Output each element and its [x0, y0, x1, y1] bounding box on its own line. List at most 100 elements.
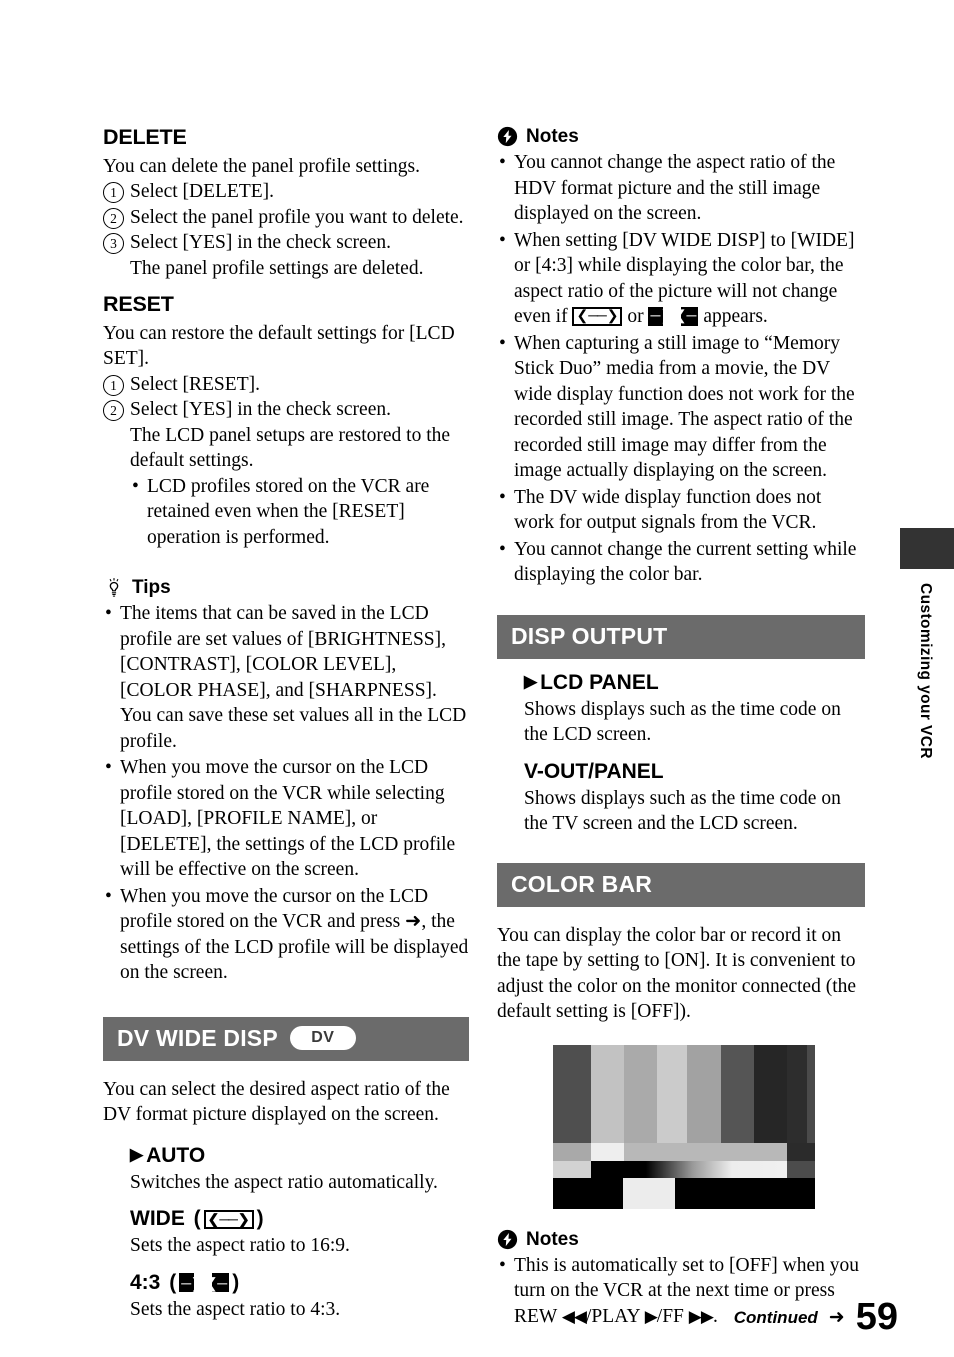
lightbulb-icon	[103, 577, 125, 599]
bullet-item: When you move the cursor on the LCD prof…	[103, 884, 469, 986]
side-tab-label: Customizing your VCR	[917, 583, 934, 759]
bullet-text-mid-1: /PLAY	[586, 1305, 645, 1327]
reset-steps: 1 Select [RESET]. 2 Select [YES] in the …	[103, 372, 469, 474]
option-four-three-description: Sets the aspect ratio to 4:3.	[130, 1298, 341, 1320]
page-footer: Continued ➜ 59	[734, 1295, 898, 1338]
bullet-item: You cannot change the current setting wh…	[497, 537, 865, 588]
tips-title: Tips	[132, 577, 171, 599]
inline-icon-group-2: ─❯ ❮─	[648, 307, 699, 326]
color-bar-segment	[787, 1160, 815, 1178]
step-item: 2 Select the panel profile you want to d…	[103, 205, 469, 231]
color-bar-segment	[591, 1160, 787, 1178]
color-bar-segment	[591, 1044, 624, 1143]
step-item: 1 Select [RESET].	[103, 372, 469, 398]
play-icon: ▶	[644, 1306, 658, 1326]
option-label: V-OUT/PANEL	[524, 759, 664, 783]
dv-badge: DV	[289, 1026, 356, 1051]
rewind-icon: ◀◀	[561, 1306, 587, 1326]
inline-icon-group: ❮─ ─❯	[572, 307, 623, 326]
option-label: 4:3	[130, 1270, 161, 1294]
four-three-aspect-icon: ─❯ ❮─	[648, 307, 699, 326]
step-number: 1	[103, 374, 124, 396]
step-text: Select [YES] in the check screen.	[130, 399, 391, 421]
color-bar-segment	[624, 1142, 787, 1161]
section-title: COLOR BAR	[511, 870, 653, 897]
color-bar-segment	[754, 1044, 787, 1143]
section-title: DV WIDE DISP	[117, 1024, 278, 1051]
bullet-item: You cannot change the aspect ratio of th…	[497, 150, 865, 227]
color-bar-segment	[553, 1160, 591, 1178]
tips-header: Tips	[103, 577, 469, 599]
color-bar-segment	[553, 1177, 623, 1209]
bullet-item: LCD profiles stored on the VCR are retai…	[130, 474, 469, 551]
bullet-item-with-icons: When setting [DV WIDE DISP] to [WIDE] or…	[497, 228, 865, 330]
step-number: 3	[103, 233, 124, 255]
reset-heading: RESET	[103, 292, 174, 317]
play-triangle-icon: ▶	[524, 672, 538, 691]
color-bar-test-pattern	[553, 1044, 815, 1209]
color-bar-segment	[807, 1044, 815, 1143]
step-text: Select [RESET].	[130, 373, 260, 395]
option-lcd-panel: ▶ LCD PANEL	[524, 671, 865, 695]
notes-icon	[497, 126, 519, 148]
paren-close: )	[256, 1207, 264, 1231]
color-bar-segment	[657, 1044, 687, 1143]
step-text: Select [DELETE].	[130, 181, 275, 203]
bullet-item: The items that can be saved in the LCD p…	[103, 601, 469, 754]
color-bar-mid-row	[553, 1142, 815, 1161]
option-label: LCD PANEL	[540, 670, 659, 694]
option-label: AUTO	[146, 1143, 206, 1167]
color-bar-segment	[721, 1044, 754, 1143]
reset-bullets: LCD profiles stored on the VCR are retai…	[130, 474, 469, 551]
notes-header-bottom: Notes	[497, 1229, 865, 1251]
manual-page: DELETE You can delete the panel profile …	[0, 0, 954, 1357]
step-text: Select the panel profile you want to del…	[130, 206, 464, 228]
page-number: 59	[855, 1295, 898, 1338]
color-bar-segment	[553, 1142, 591, 1161]
delete-steps: 1 Select [DELETE]. 2 Select the panel pr…	[103, 179, 469, 281]
color-bar-top-row	[553, 1044, 815, 1143]
color-bar-segment	[787, 1142, 815, 1161]
option-lcd-panel-description: Shows displays such as the time code on …	[524, 698, 841, 746]
bullet-item: The DV wide display function does not wo…	[497, 485, 865, 536]
color-bar-segment	[553, 1044, 591, 1143]
four-three-aspect-icon: ─❯ ❮─	[179, 1273, 230, 1293]
option-v-out-panel-description: Shows displays such as the time code on …	[524, 787, 841, 835]
color-bar-intro: You can display the color bar or record …	[497, 924, 857, 1023]
wide-aspect-icon: ❮─ ─❯	[572, 307, 623, 326]
option-label: WIDE	[130, 1207, 185, 1231]
color-bar-segment	[624, 1044, 657, 1143]
disp-output-section-bar: DISP OUTPUT	[497, 614, 865, 659]
notes-bullets-top: You cannot change the aspect ratio of th…	[497, 150, 865, 588]
fast-forward-icon: ▶▶	[688, 1306, 714, 1326]
color-bar-segment	[787, 1044, 807, 1143]
bullet-item: When capturing a still image to “Memory …	[497, 331, 865, 484]
wide-aspect-icon: ❮─ ─❯	[203, 1209, 254, 1229]
step-item: 1 Select [DELETE].	[103, 179, 469, 205]
step-number: 2	[103, 207, 124, 229]
option-auto: ▶ AUTO	[130, 1144, 469, 1168]
left-column: DELETE You can delete the panel profile …	[103, 125, 469, 1322]
notes-header-top: Notes	[497, 126, 865, 148]
step-number: 2	[103, 400, 124, 422]
bullet-text-after: .	[712, 1305, 718, 1327]
step-text: Select [YES] in the check screen.	[130, 232, 391, 254]
option-four-three: 4:3 ( ─❯ ❮─ )	[130, 1271, 469, 1295]
option-auto-description: Switches the aspect ratio automatically.	[130, 1171, 438, 1193]
bullet-text-middle: or	[622, 306, 649, 327]
play-triangle-icon: ▶	[130, 1145, 144, 1165]
chapter-side-tab: Customizing your VCR	[900, 528, 954, 759]
bullet-text-mid-2: /FF	[656, 1305, 689, 1327]
side-tab-block	[900, 528, 954, 569]
color-bar-gradient-row	[553, 1160, 815, 1178]
step-subtext: The LCD panel setups are restored to the…	[130, 424, 451, 472]
step-subtext: The panel profile settings are deleted.	[130, 257, 424, 279]
notes-title: Notes	[526, 126, 579, 147]
option-wide: WIDE ( ❮─ ─❯ )	[130, 1207, 469, 1231]
paren-open: (	[187, 1207, 201, 1231]
step-item: 2 Select [YES] in the check screen. The …	[103, 397, 469, 474]
bullet-text-after: appears.	[698, 306, 768, 327]
notes-title: Notes	[526, 1228, 579, 1250]
reset-intro: You can restore the default settings for…	[103, 322, 455, 370]
delete-intro: You can delete the panel profile setting…	[103, 155, 420, 177]
